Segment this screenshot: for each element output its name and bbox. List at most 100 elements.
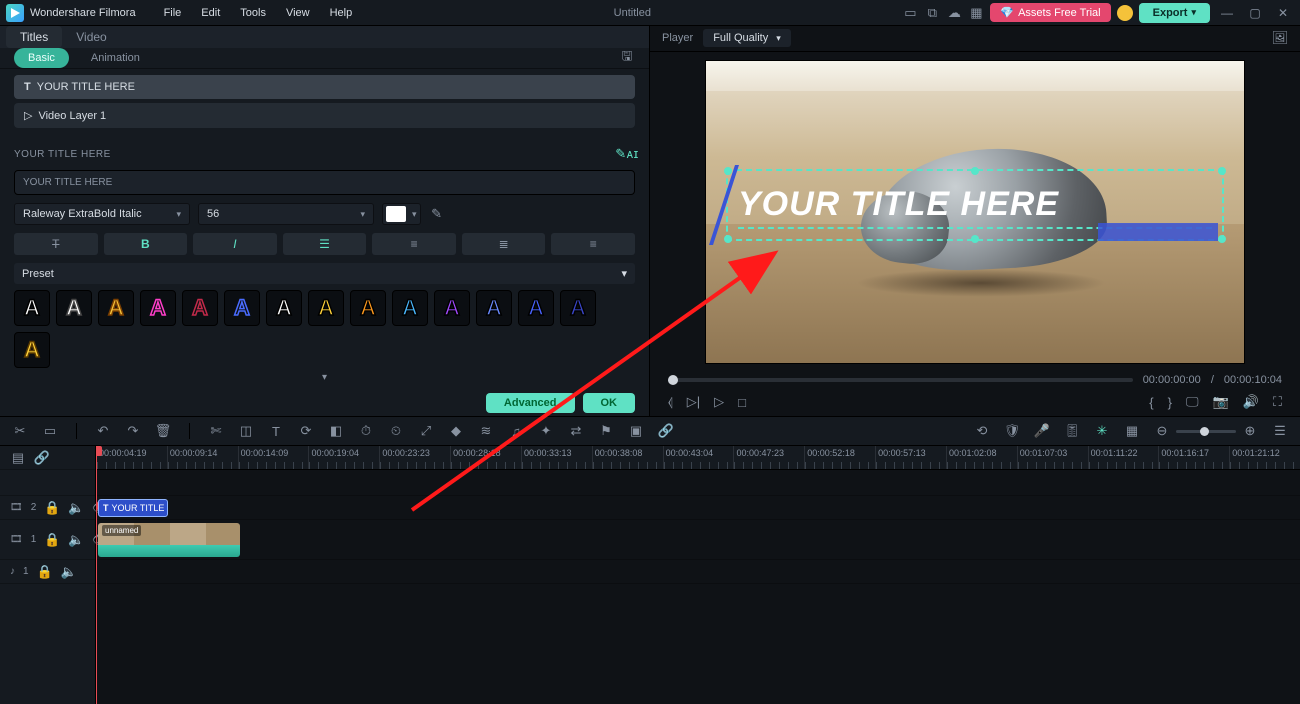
- video-clip[interactable]: unnamed: [98, 523, 240, 557]
- text-preset[interactable]: A: [266, 290, 302, 326]
- time-ruler[interactable]: 00:00:04:1900:00:09:1400:00:14:0900:00:1…: [96, 446, 1300, 470]
- tab-video[interactable]: Video: [62, 26, 120, 48]
- timeline-options-icon[interactable]: ☰: [1272, 423, 1288, 439]
- mark-in-icon[interactable]: {: [1149, 395, 1153, 410]
- subtab-basic[interactable]: Basic: [14, 48, 69, 68]
- lock-icon[interactable]: 🔒: [37, 564, 53, 580]
- text-preset[interactable]: A: [224, 290, 260, 326]
- snapshot-icon[interactable]: 🖼: [1272, 30, 1288, 46]
- save-preset-icon[interactable]: 🖫: [619, 50, 635, 66]
- ai-edit-icon[interactable]: ✎ᴀɪ: [619, 146, 635, 162]
- text-preset[interactable]: A: [182, 290, 218, 326]
- eyedropper-icon[interactable]: ✎: [429, 206, 445, 222]
- font-size-select[interactable]: 56▾: [198, 203, 374, 225]
- keyframe-icon[interactable]: ◆: [448, 423, 464, 439]
- title-clip[interactable]: T YOUR TITLE HE...: [98, 499, 168, 517]
- tab-titles[interactable]: Titles: [6, 26, 62, 48]
- layer-title[interactable]: T YOUR TITLE HERE: [14, 75, 635, 99]
- magnet-icon[interactable]: ✳: [1094, 423, 1110, 439]
- render-icon[interactable]: ▦: [1124, 423, 1140, 439]
- stop-button[interactable]: □: [738, 395, 746, 410]
- track-a1[interactable]: [96, 560, 1300, 584]
- mic-icon[interactable]: 🎤: [1034, 423, 1050, 439]
- mute-icon[interactable]: 🔈: [68, 500, 84, 516]
- text-tool-icon[interactable]: T: [268, 423, 284, 439]
- resize-handle[interactable]: [971, 235, 979, 243]
- redo-icon[interactable]: ↷: [125, 423, 141, 439]
- expand-icon[interactable]: ⤢: [418, 423, 434, 439]
- link-icon[interactable]: 🔗: [658, 423, 674, 439]
- fullscreen-icon[interactable]: ⛶: [1273, 394, 1282, 410]
- gutter-track-t2[interactable]: 🎞 2 🔒 🔈 👁: [0, 496, 95, 520]
- font-color-swatch[interactable]: ▾: [382, 203, 421, 225]
- text-preset[interactable]: A: [476, 290, 512, 326]
- text-preset[interactable]: A: [308, 290, 344, 326]
- resize-handle[interactable]: [724, 167, 732, 175]
- menu-edit[interactable]: Edit: [191, 4, 230, 22]
- layer-video[interactable]: ▷ Video Layer 1: [14, 103, 635, 128]
- camera-icon[interactable]: 📷: [1213, 394, 1229, 410]
- align-center-button[interactable]: ≡: [372, 233, 456, 255]
- delete-icon[interactable]: 🗑: [155, 423, 171, 439]
- record-icon[interactable]: ⧉: [924, 5, 940, 21]
- menu-tools[interactable]: Tools: [230, 4, 276, 22]
- track-t2[interactable]: T YOUR TITLE HE...: [96, 496, 1300, 520]
- cloud-icon[interactable]: ☁: [946, 5, 962, 21]
- credits-icon[interactable]: [1117, 5, 1133, 21]
- mute-icon[interactable]: 🔈: [68, 532, 84, 548]
- align-right-button[interactable]: ≣: [462, 233, 546, 255]
- track-area[interactable]: 00:00:04:1900:00:09:1400:00:14:0900:00:1…: [96, 446, 1300, 704]
- assets-trial-button[interactable]: 💎 Assets Free Trial: [990, 3, 1110, 22]
- player-quality-select[interactable]: Full Quality ▾: [703, 29, 791, 47]
- select-tool-icon[interactable]: ✂: [12, 423, 28, 439]
- play-button[interactable]: ▷: [714, 394, 724, 410]
- window-maximize[interactable]: ▢: [1244, 2, 1266, 24]
- window-close[interactable]: ✕: [1272, 2, 1294, 24]
- zoom-in-icon[interactable]: ⊕: [1242, 423, 1258, 439]
- resize-handle[interactable]: [1218, 167, 1226, 175]
- resize-handle[interactable]: [971, 167, 979, 175]
- title-text-input[interactable]: YOUR TITLE HERE: [14, 170, 635, 195]
- link-tracks-icon[interactable]: 🔗: [34, 450, 50, 466]
- audio-tool-icon[interactable]: ♫: [508, 423, 524, 439]
- preview-canvas[interactable]: YOUR TITLE HERE: [705, 60, 1245, 364]
- mixer-icon[interactable]: 🎚: [1064, 423, 1080, 439]
- color-tool-icon[interactable]: ◧: [328, 423, 344, 439]
- playhead[interactable]: [96, 446, 97, 704]
- step-back-button[interactable]: ▷|: [687, 394, 700, 410]
- zoom-slider[interactable]: [1176, 430, 1236, 433]
- effects-icon[interactable]: ✦: [538, 423, 554, 439]
- gutter-track-a1[interactable]: ♪ 1 🔒 🔈: [0, 560, 95, 584]
- text-preset[interactable]: A: [434, 290, 470, 326]
- track-t1[interactable]: unnamed: [96, 520, 1300, 560]
- text-preset[interactable]: A: [560, 290, 596, 326]
- resize-handle[interactable]: [1218, 235, 1226, 243]
- screenshot-icon[interactable]: ▭: [902, 5, 918, 21]
- font-family-select[interactable]: Raleway ExtraBold Italic▾: [14, 203, 190, 225]
- marker-icon[interactable]: ⚑: [598, 423, 614, 439]
- text-preset[interactable]: A: [98, 290, 134, 326]
- rotate-icon[interactable]: ⟳: [298, 423, 314, 439]
- italic-button[interactable]: I: [193, 233, 277, 255]
- volume-icon[interactable]: 🔊: [1243, 394, 1259, 410]
- auto-ripple-icon[interactable]: ⟲: [974, 423, 990, 439]
- display-icon[interactable]: 🖵: [1186, 394, 1199, 410]
- more-presets-icon[interactable]: ▾: [0, 372, 649, 383]
- speed-ramp-icon[interactable]: ⏲: [388, 423, 404, 439]
- tracks-panel-icon[interactable]: ▤: [10, 450, 26, 466]
- resize-handle[interactable]: [724, 235, 732, 243]
- zoom-out-icon[interactable]: ⊖: [1154, 423, 1170, 439]
- export-button[interactable]: Export ▾: [1139, 3, 1210, 23]
- lock-icon[interactable]: 🔒: [44, 500, 60, 516]
- pointer-tool-icon[interactable]: ▭: [42, 423, 58, 439]
- filters-icon[interactable]: ≋: [478, 423, 494, 439]
- subtab-animation[interactable]: Animation: [77, 48, 154, 68]
- text-preset[interactable]: A: [56, 290, 92, 326]
- prev-frame-button[interactable]: ⦉: [668, 394, 673, 410]
- gutter-track-t1[interactable]: 🎞 1 🔒 🔈 👁: [0, 520, 95, 560]
- mark-out-icon[interactable]: }: [1168, 395, 1172, 410]
- align-left-button[interactable]: ☰: [283, 233, 367, 255]
- text-preset[interactable]: A: [14, 290, 50, 326]
- menu-file[interactable]: File: [154, 4, 192, 22]
- cut-icon[interactable]: ✄: [208, 423, 224, 439]
